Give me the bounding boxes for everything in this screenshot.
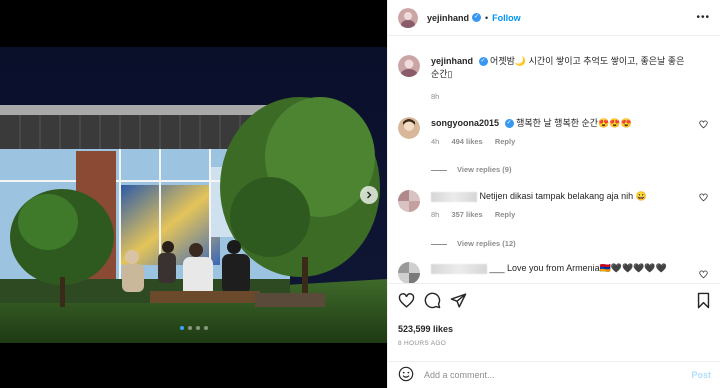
comment-likes[interactable]: 357 likes: [451, 210, 482, 219]
heart-icon[interactable]: [398, 292, 415, 311]
post-comment-button[interactable]: Post: [691, 370, 711, 380]
post-photo[interactable]: [0, 47, 387, 343]
carousel-next-button[interactable]: [360, 186, 378, 204]
post-time-ago: 8 HOURS AGO: [398, 340, 447, 347]
verified-badge-icon: ✓: [472, 13, 482, 22]
view-replies-button[interactable]: View replies (9): [431, 165, 511, 174]
caption-avatar[interactable]: [398, 55, 420, 77]
carousel-dot: [187, 326, 192, 330]
comment-time: 4h: [431, 137, 440, 146]
comment-text: Netijen dikasi tampak belakang aja nih 😀: [479, 191, 647, 201]
blurred-username[interactable]: [431, 263, 487, 274]
post-actions: 523,599 likes 8 HOURS AGO: [388, 283, 720, 347]
comment-input[interactable]: [424, 370, 692, 380]
comment-body: songyoona2015 ✓ 행복한 날 행복한 순간😍😍😍 4h 494 l…: [431, 117, 691, 148]
comment-text: 행복한 날 행복한 순간😍😍😍: [516, 118, 632, 128]
action-icons: [398, 292, 711, 312]
carousel-dot: [203, 326, 208, 330]
share-icon[interactable]: [450, 292, 467, 311]
view-replies-button[interactable]: View replies (12): [431, 239, 516, 248]
post-header: yejinhand ✓ • Follow •••: [388, 0, 720, 36]
carousel-dot: [179, 326, 184, 330]
comment-avatar[interactable]: [398, 117, 420, 139]
replies-divider: [431, 243, 447, 245]
verified-badge-icon: ✓: [504, 119, 514, 129]
replies-divider: [431, 169, 447, 171]
comments-list[interactable]: yejinhand ✓ 어젯밤🌙 시간이 쌓이고 추억도 쌓이고, 좋은날 좋은…: [388, 37, 720, 283]
emoji-icon[interactable]: [398, 366, 414, 384]
caption-meta: 8h: [431, 90, 691, 103]
carousel-dots: [0, 326, 387, 330]
comment-likes[interactable]: 494 likes: [451, 137, 482, 146]
comment-avatar[interactable]: [398, 262, 420, 283]
comment-body: Netijen dikasi tampak belakang aja nih 😀…: [431, 190, 691, 221]
comment-like-icon[interactable]: [699, 193, 708, 204]
reply-button[interactable]: Reply: [495, 137, 515, 146]
carousel-dot: [195, 326, 200, 330]
view-replies-label: View replies (9): [457, 165, 512, 174]
comment-text: ___ Love you from Armenia🇦🇲🖤🖤🖤🖤🖤: [489, 263, 667, 273]
caption-body: yejinhand ✓ 어젯밤🌙 시간이 쌓이고 추억도 쌓이고, 좋은날 좋은…: [431, 55, 691, 103]
comment-body: ___ Love you from Armenia🇦🇲🖤🖤🖤🖤🖤: [431, 262, 691, 275]
likes-count[interactable]: 523,599 likes: [398, 324, 711, 334]
chevron-right-icon: [367, 191, 372, 199]
comment-meta: 8h 357 likes Reply: [431, 208, 691, 221]
author-avatar[interactable]: [398, 7, 418, 28]
verified-badge-icon: ✓: [478, 57, 488, 67]
post-detail-panel: yejinhand ✓ • Follow ••• yejinhand ✓ 어젯밤…: [387, 0, 720, 388]
comment-like-icon[interactable]: [699, 270, 708, 281]
photo-night-garden: [0, 47, 387, 343]
comment-meta: 4h 494 likes Reply: [431, 135, 691, 148]
comment-like-icon[interactable]: [699, 120, 708, 131]
bookmark-icon[interactable]: [696, 292, 711, 311]
more-options-icon[interactable]: •••: [696, 12, 710, 23]
comment-avatar[interactable]: [398, 190, 420, 212]
view-replies-label: View replies (12): [457, 239, 516, 248]
author-username[interactable]: yejinhand: [427, 13, 469, 23]
header-separator: •: [485, 12, 489, 23]
comment-icon[interactable]: [424, 292, 441, 311]
caption-time: 8h: [431, 92, 440, 101]
comment-username[interactable]: songyoona2015: [431, 118, 499, 128]
comment-time: 8h: [431, 210, 440, 219]
reply-button[interactable]: Reply: [495, 210, 515, 219]
caption-username[interactable]: yejinhand: [431, 56, 473, 66]
post-media: [0, 0, 387, 388]
blurred-username[interactable]: [431, 191, 477, 202]
add-comment-bar: Post: [388, 361, 720, 388]
follow-button[interactable]: Follow: [492, 13, 521, 23]
